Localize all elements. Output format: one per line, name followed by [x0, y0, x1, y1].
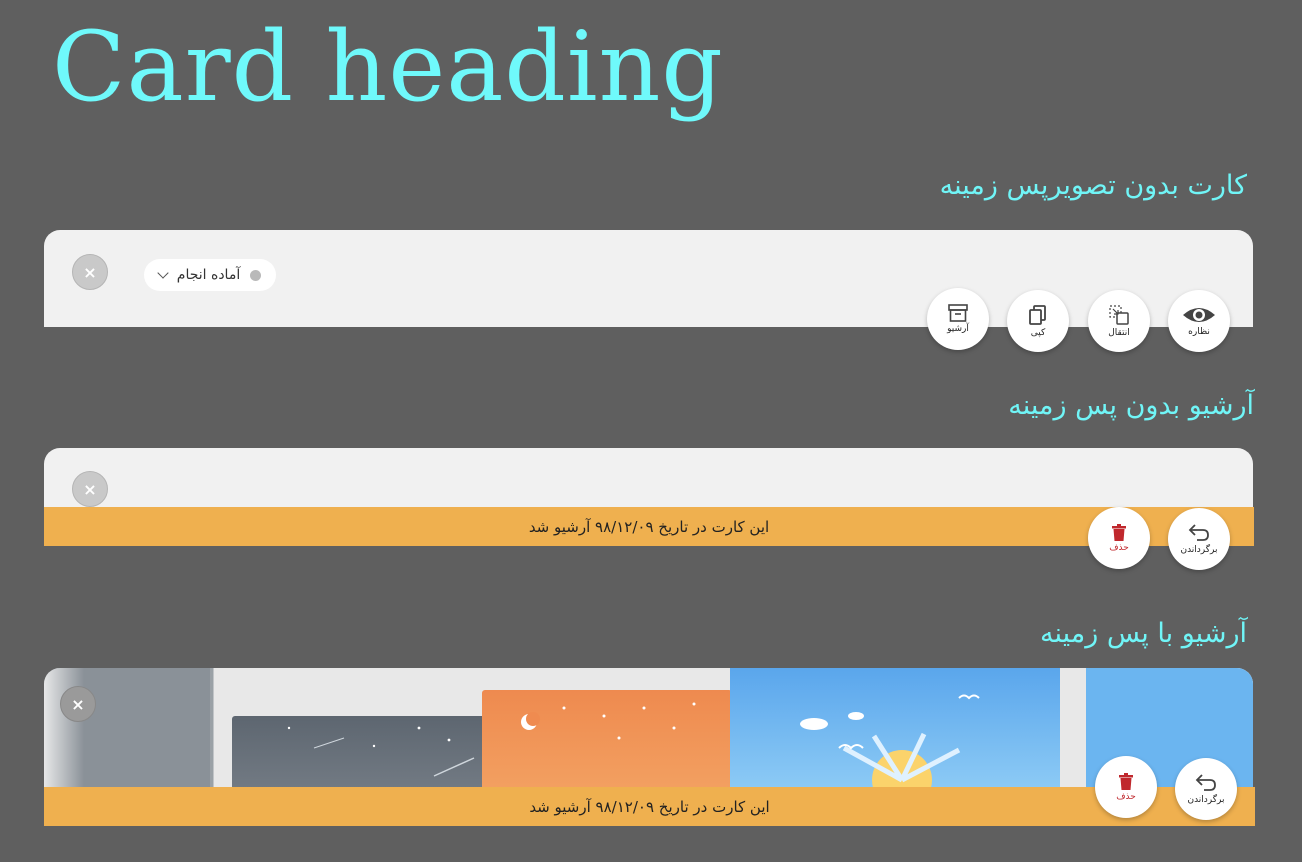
chevron-down-icon: [157, 267, 169, 279]
trash-icon: [1112, 523, 1126, 541]
move-button[interactable]: انتقال: [1088, 290, 1150, 352]
archive-button[interactable]: آرشیو: [927, 288, 989, 350]
delete-label: حذف: [1109, 542, 1129, 553]
delete-label: حذف: [1116, 791, 1136, 802]
trash-icon: [1119, 772, 1133, 790]
restore-icon: [1188, 524, 1209, 541]
restore-label: برگرداندن: [1187, 795, 1225, 805]
status-label: آماده انجام: [176, 267, 241, 283]
close-button[interactable]: ×: [60, 686, 96, 722]
close-button[interactable]: ×: [72, 471, 108, 507]
restore-button[interactable]: برگرداندن: [1175, 758, 1237, 820]
restore-button[interactable]: برگرداندن: [1168, 508, 1230, 570]
delete-button[interactable]: حذف: [1095, 756, 1157, 818]
archived-banner: این کارت در تاریخ ۹۸/۱۲/۰۹ آرشیو شد: [44, 507, 1254, 546]
view-label: نظاره: [1188, 327, 1210, 337]
restore-icon: [1195, 774, 1216, 791]
archived-banner: این کارت در تاریخ ۹۸/۱۲/۰۹ آرشیو شد: [44, 787, 1255, 826]
view-button[interactable]: نظاره: [1168, 290, 1230, 352]
copy-button[interactable]: کپی: [1007, 290, 1069, 352]
page-heading: Card heading: [52, 11, 724, 123]
archived-message: این کارت در تاریخ ۹۸/۱۲/۰۹ آرشیو شد: [528, 517, 770, 536]
background-illustration: [44, 668, 1253, 788]
archived-card-with-background: ×: [44, 668, 1253, 788]
close-button[interactable]: ×: [72, 254, 108, 290]
archive-label: آرشیو: [947, 324, 969, 334]
eye-icon: [1183, 308, 1215, 322]
card-background-image: [44, 668, 1253, 788]
archived-message: این کارت در تاریخ ۹۸/۱۲/۰۹ آرشیو شد: [529, 797, 770, 816]
archive-icon: [948, 304, 968, 322]
restore-label: برگرداندن: [1180, 545, 1218, 555]
copy-label: کپی: [1030, 328, 1046, 338]
delete-button[interactable]: حذف: [1088, 507, 1150, 569]
section-title-no-bg-card: کارت بدون تصویرپس زمینه: [939, 170, 1247, 201]
move-icon: [1109, 305, 1129, 325]
card-without-background: × آماده انجام: [44, 230, 1253, 327]
move-label: انتقال: [1108, 328, 1130, 338]
section-title-archive-no-bg: آرشیو بدون پس زمینه: [1008, 390, 1254, 421]
copy-icon: [1029, 305, 1046, 325]
status-dropdown[interactable]: آماده انجام: [144, 259, 276, 291]
section-title-archive-with-bg: آرشیو با پس زمینه: [1040, 618, 1247, 649]
status-dot-icon: [250, 269, 262, 281]
archived-card-without-background: ×: [44, 448, 1253, 508]
